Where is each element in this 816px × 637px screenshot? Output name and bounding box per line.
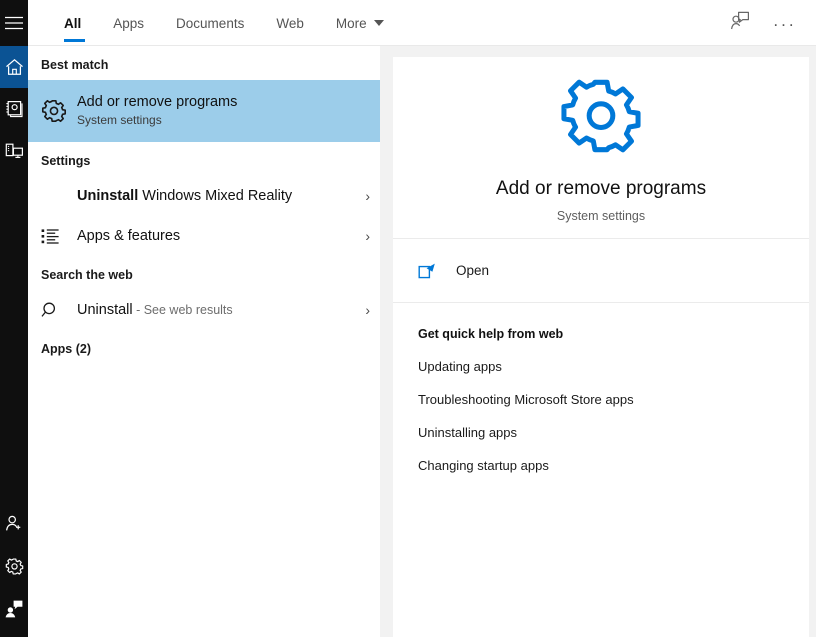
- notebook-icon: [5, 100, 24, 118]
- section-header-settings: Settings: [41, 154, 91, 168]
- result-label-bold: Uninstall: [77, 187, 139, 204]
- rail-item-devices[interactable]: [0, 130, 28, 172]
- search-icon: [41, 301, 77, 320]
- result-best-match-title: Add or remove programs: [77, 94, 238, 111]
- tab-all-label: All: [64, 15, 82, 31]
- quick-help-link[interactable]: Updating apps: [418, 359, 809, 374]
- tab-apps[interactable]: Apps: [97, 0, 160, 46]
- gear-icon: [41, 98, 77, 124]
- section-header-search-the-web: Search the web: [41, 268, 133, 282]
- open-button[interactable]: Open: [393, 239, 809, 303]
- feedback-button[interactable]: [718, 3, 760, 43]
- result-text: Apps & features: [77, 227, 350, 245]
- tab-bar: All Apps Documents Web More ...: [28, 0, 816, 46]
- hamburger-icon: [5, 16, 23, 30]
- tab-web[interactable]: Web: [260, 0, 320, 46]
- rail-item-feedback[interactable]: [0, 587, 28, 629]
- chevron-down-icon: [373, 20, 384, 26]
- result-best-match-text: Add or remove programs System settings: [77, 93, 370, 129]
- tab-more-label: More: [335, 15, 367, 31]
- tab-more[interactable]: More: [320, 0, 400, 46]
- tab-web-label: Web: [276, 15, 304, 31]
- tab-documents-label: Documents: [176, 15, 245, 31]
- rail-item-account[interactable]: [0, 503, 28, 545]
- result-label-dim: - See web results: [132, 302, 233, 317]
- rail-item-home[interactable]: [0, 46, 28, 88]
- result-text: Uninstall - See web results: [77, 301, 350, 319]
- section-header-best-match: Best match: [41, 58, 109, 72]
- result-label-rest: Apps & features: [77, 227, 181, 244]
- result-label-rest: Uninstall: [77, 301, 133, 318]
- chevron-right-icon: ›: [365, 188, 370, 204]
- feedback-person-icon: [4, 599, 24, 618]
- quick-help-header: Get quick help from web: [418, 327, 564, 341]
- chevron-right-icon: ›: [365, 302, 370, 318]
- left-rail: [0, 0, 28, 637]
- open-button-label: Open: [456, 263, 490, 278]
- list-icon: [41, 228, 77, 245]
- quick-help-link[interactable]: Changing startup apps: [418, 458, 809, 473]
- gear-icon: [558, 73, 644, 164]
- rail-item-documents[interactable]: [0, 88, 28, 130]
- feedback-person-icon: [729, 11, 750, 36]
- result-label-rest: Windows Mixed Reality: [138, 187, 293, 204]
- result-apps-and-features[interactable]: Apps & features ›: [28, 216, 380, 256]
- chevron-right-icon: ›: [365, 228, 370, 244]
- result-uninstall-windows-mixed-reality[interactable]: Uninstall Windows Mixed Reality ›: [28, 176, 380, 216]
- tab-all[interactable]: All: [60, 0, 97, 46]
- quick-help-link[interactable]: Troubleshooting Microsoft Store apps: [418, 392, 809, 407]
- result-label: Apps & features: [77, 227, 350, 245]
- result-text: Uninstall Windows Mixed Reality: [77, 187, 350, 205]
- section-header-apps: Apps (2): [41, 342, 91, 356]
- open-external-icon: [418, 262, 456, 280]
- preview-card: Add or remove programs System settings O…: [393, 57, 809, 637]
- ellipsis-icon: ...: [773, 10, 797, 30]
- devices-icon: [5, 142, 24, 160]
- more-options-button[interactable]: ...: [764, 3, 806, 43]
- preview-title: Add or remove programs: [495, 177, 707, 199]
- tab-list: All Apps Documents Web More: [60, 0, 400, 46]
- quick-help-link[interactable]: Uninstalling apps: [418, 425, 809, 440]
- preview-subtitle: System settings: [556, 208, 646, 223]
- quick-help-section: Get quick help from web Updating apps Tr…: [393, 303, 809, 473]
- person-add-icon: [4, 514, 24, 534]
- tab-apps-label: Apps: [113, 15, 145, 31]
- search-flyout: All Apps Documents Web More ... Best mat…: [0, 0, 816, 637]
- result-best-match[interactable]: Add or remove programs System settings: [28, 80, 380, 142]
- gear-icon: [5, 557, 24, 576]
- result-label: Uninstall Windows Mixed Reality: [77, 187, 350, 205]
- preview-hero: Add or remove programs System settings: [393, 57, 809, 239]
- result-web-uninstall[interactable]: Uninstall - See web results ›: [28, 290, 380, 330]
- home-icon: [5, 58, 24, 76]
- rail-item-settings[interactable]: [0, 545, 28, 587]
- result-label: Uninstall - See web results: [77, 301, 350, 319]
- results-list: Best match Add or remove programs System…: [28, 46, 380, 637]
- tab-documents[interactable]: Documents: [160, 0, 260, 46]
- result-best-match-subtitle: System settings: [77, 113, 162, 128]
- tab-bar-actions: ...: [718, 0, 806, 46]
- rail-item-hamburger-menu[interactable]: [0, 0, 28, 46]
